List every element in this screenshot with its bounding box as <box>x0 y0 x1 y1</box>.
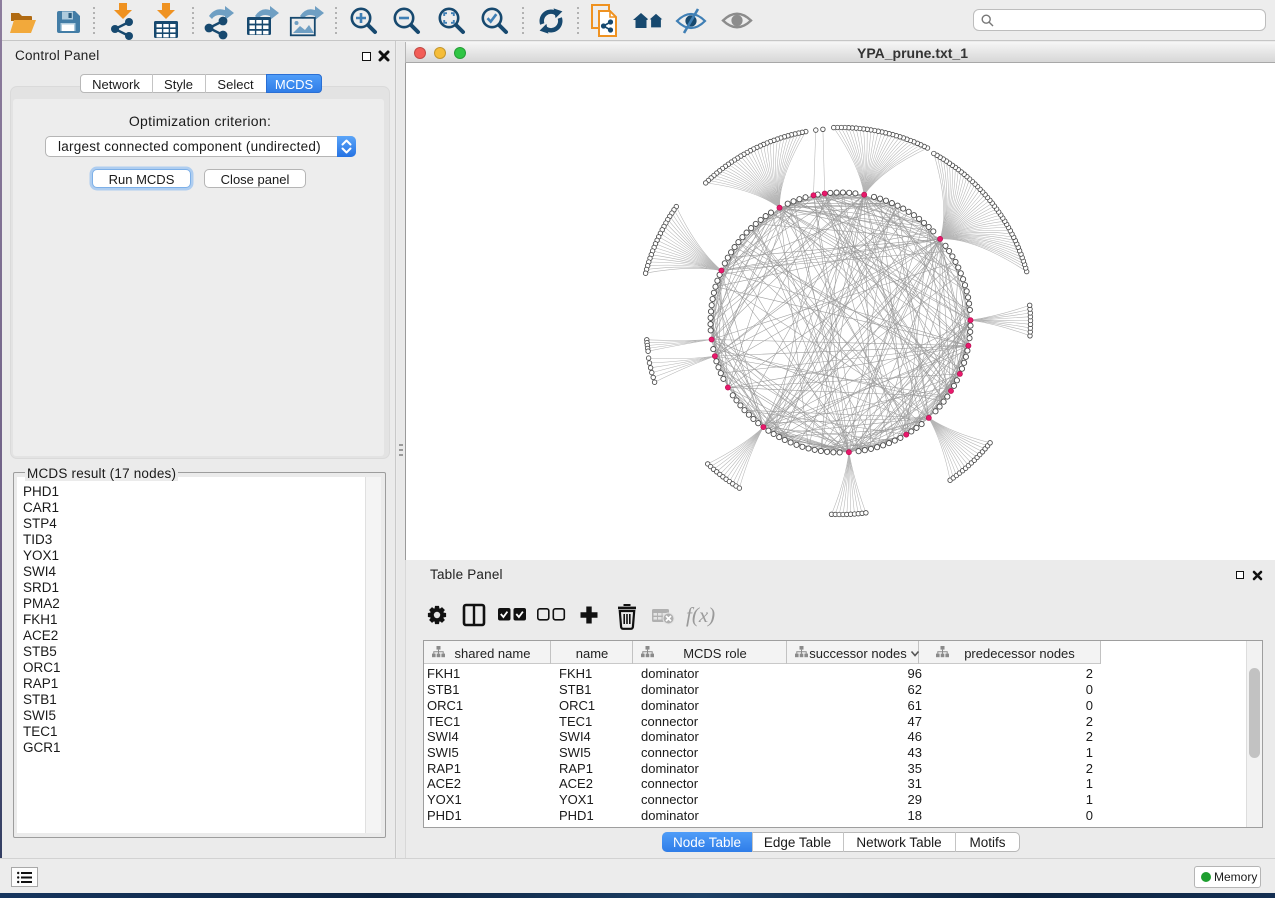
svg-text:f(x): f(x) <box>686 603 715 627</box>
